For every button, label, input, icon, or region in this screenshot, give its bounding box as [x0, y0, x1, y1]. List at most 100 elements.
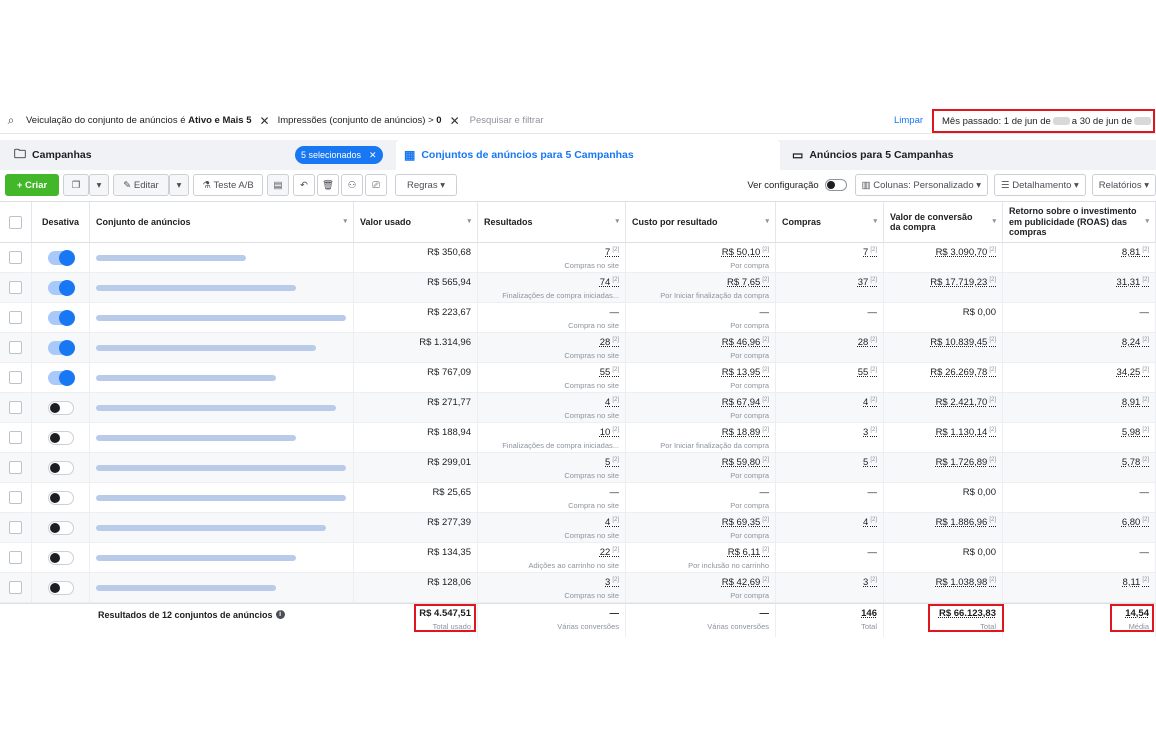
row-checkbox[interactable] [9, 431, 22, 444]
table-row[interactable]: R$ 25,65 — Compra no site — Por compra — R$ 0,… [0, 483, 1156, 513]
filter-chip-delivery[interactable]: Veiculação do conjunto de anúncios é Ati… [22, 111, 274, 131]
tab-campaigns[interactable]: 🗀 Campanhas [14, 140, 92, 170]
adset-name-cell[interactable] [90, 513, 354, 542]
table-row[interactable]: R$ 350,68 7 [2] Compras no site R$ 50,10 [2] P… [0, 243, 1156, 273]
ab-test-button[interactable]: ⚗ Teste A/B [193, 174, 263, 196]
adset-name-redacted[interactable] [96, 434, 296, 441]
select-all-checkbox[interactable] [9, 215, 22, 229]
header-cost-per-result[interactable]: Custo por resultado ▾ [626, 202, 776, 242]
table-row[interactable]: R$ 1.314,96 28 [2] Compras no site R$ 46,96[… [0, 333, 1156, 363]
adset-name-redacted[interactable] [96, 404, 336, 411]
adset-name-redacted[interactable] [96, 344, 316, 351]
archive-button[interactable]: ▤ [267, 174, 289, 196]
edit-dropdown[interactable]: ▾ [169, 174, 189, 196]
adset-name-redacted[interactable] [96, 374, 276, 381]
header-roas[interactable]: Retorno sobre o investimento em publicid… [1003, 202, 1156, 242]
adset-name-redacted[interactable] [96, 314, 346, 321]
conv-value: R$ 0,00 [963, 547, 996, 558]
selected-campaigns-pill[interactable]: 5 selecionados ✕ [295, 146, 383, 164]
table-row[interactable]: R$ 128,06 3 [2] Compras no site R$ 42,69 [2] P… [0, 573, 1156, 603]
create-button[interactable]: + Criar [5, 174, 59, 196]
delivery-toggle[interactable] [47, 490, 74, 505]
delivery-toggle[interactable] [47, 249, 75, 266]
columns-label: Colunas: Personalizado [873, 179, 974, 191]
filter-chip-impressions[interactable]: Impressões (conjunto de anúncios) > 0 ✕ [274, 111, 464, 131]
clear-filters-link[interactable]: Limpar [894, 115, 923, 126]
delivery-toggle[interactable] [47, 520, 74, 535]
header-toggle[interactable]: Desativa [32, 202, 90, 242]
header-results[interactable]: Resultados ▾ [478, 202, 626, 242]
table-row[interactable]: R$ 188,94 10 [2] Finalizações de compra ini… [0, 423, 1156, 453]
table-row[interactable]: R$ 271,77 4 [2] Compras no site R$ 67,94 [2] P… [0, 393, 1156, 423]
info-icon[interactable]: i [275, 610, 285, 619]
duplicate-dropdown[interactable]: ▾ [89, 174, 109, 196]
row-checkbox[interactable] [9, 551, 22, 564]
table-row[interactable]: R$ 277,39 4 [2] Compras no site R$ 69,35 [2] P… [0, 513, 1156, 543]
adset-name-redacted[interactable] [96, 494, 346, 501]
adset-name-redacted[interactable] [96, 584, 276, 591]
row-checkbox[interactable] [9, 371, 22, 384]
adset-name-cell[interactable] [90, 423, 354, 452]
delivery-toggle[interactable] [47, 309, 75, 326]
row-checkbox[interactable] [9, 341, 22, 354]
delivery-toggle[interactable] [47, 550, 74, 565]
row-checkbox[interactable] [9, 461, 22, 474]
adset-name-cell[interactable] [90, 303, 354, 332]
row-checkbox[interactable] [9, 311, 22, 324]
adset-name-cell[interactable] [90, 393, 354, 422]
adset-name-cell[interactable] [90, 483, 354, 512]
adset-name-redacted[interactable] [96, 284, 296, 291]
table-row[interactable]: R$ 223,67 — Compra no site — Por compra — R$ 0… [0, 303, 1156, 333]
row-checkbox[interactable] [9, 401, 22, 414]
preview-button[interactable]: ⎚ [365, 174, 387, 196]
row-checkbox[interactable] [9, 491, 22, 504]
table-row[interactable]: R$ 299,01 5 [2] Compras no site R$ 59,80 [2] P… [0, 453, 1156, 483]
row-checkbox[interactable] [9, 581, 22, 594]
tab-adsets[interactable]: ▦ Conjuntos de anúncios para 5 Campanhas [396, 140, 780, 170]
adset-name-redacted[interactable] [96, 464, 346, 471]
adset-name-cell[interactable] [90, 363, 354, 392]
adset-name-redacted[interactable] [96, 524, 326, 531]
close-icon[interactable]: ✕ [369, 150, 377, 161]
row-checkbox[interactable] [9, 251, 22, 264]
undo-button[interactable]: ↶ [293, 174, 315, 196]
close-icon[interactable]: ✕ [450, 114, 460, 128]
header-name[interactable]: Conjunto de anúncios ▾ [90, 202, 354, 242]
header-spend[interactable]: Valor usado ▾ [354, 202, 478, 242]
delivery-toggle[interactable] [47, 279, 75, 296]
delete-button[interactable]: 🗑 [317, 174, 339, 196]
adset-name-cell[interactable] [90, 453, 354, 482]
table-row[interactable]: R$ 134,35 22 [2] Adições ao carrinho no sit… [0, 543, 1156, 573]
view-config-toggle[interactable] [824, 179, 847, 191]
row-checkbox[interactable] [9, 521, 22, 534]
adset-name-redacted[interactable] [96, 254, 246, 261]
search-input[interactable]: Pesquisar e filtrar [470, 115, 544, 126]
date-range-picker[interactable]: Mês passado: 1 de jun de a 30 de jun de [932, 109, 1155, 133]
adset-name-cell[interactable] [90, 273, 354, 302]
columns-button[interactable]: ▥ Colunas: Personalizado ▾ [854, 174, 989, 196]
delivery-toggle[interactable] [47, 430, 74, 445]
adset-name-cell[interactable] [90, 243, 354, 272]
breakdown-button[interactable]: ☰ Detalhamento ▾ [994, 174, 1086, 196]
reports-button[interactable]: Relatórios ▾ [1091, 174, 1156, 196]
close-icon[interactable]: ✕ [260, 114, 270, 128]
delivery-toggle[interactable] [47, 339, 75, 356]
header-conv-value[interactable]: Valor de conversão da compra ▾ [884, 202, 1003, 242]
tab-ads[interactable]: ▭ Anúncios para 5 Campanhas [792, 140, 953, 170]
adset-name-redacted[interactable] [96, 554, 296, 561]
duplicate-button[interactable]: ❐ [63, 174, 89, 196]
row-checkbox[interactable] [9, 281, 22, 294]
delivery-toggle[interactable] [47, 460, 74, 475]
audience-button[interactable]: ⚇ [341, 174, 363, 196]
delivery-toggle[interactable] [47, 369, 75, 386]
table-row[interactable]: R$ 565,94 74 [2] Finalizações de compra ini… [0, 273, 1156, 303]
header-purchases[interactable]: Compras ▾ [776, 202, 884, 242]
edit-button[interactable]: ✎ Editar [113, 174, 169, 196]
adset-name-cell[interactable] [90, 333, 354, 362]
adset-name-cell[interactable] [90, 573, 354, 602]
adset-name-cell[interactable] [90, 543, 354, 572]
table-row[interactable]: R$ 767,09 55 [2] Compras no site R$ 13,95 [2]… [0, 363, 1156, 393]
delivery-toggle[interactable] [47, 580, 74, 595]
delivery-toggle[interactable] [47, 400, 74, 415]
rules-button[interactable]: Regras ▾ [395, 174, 457, 196]
